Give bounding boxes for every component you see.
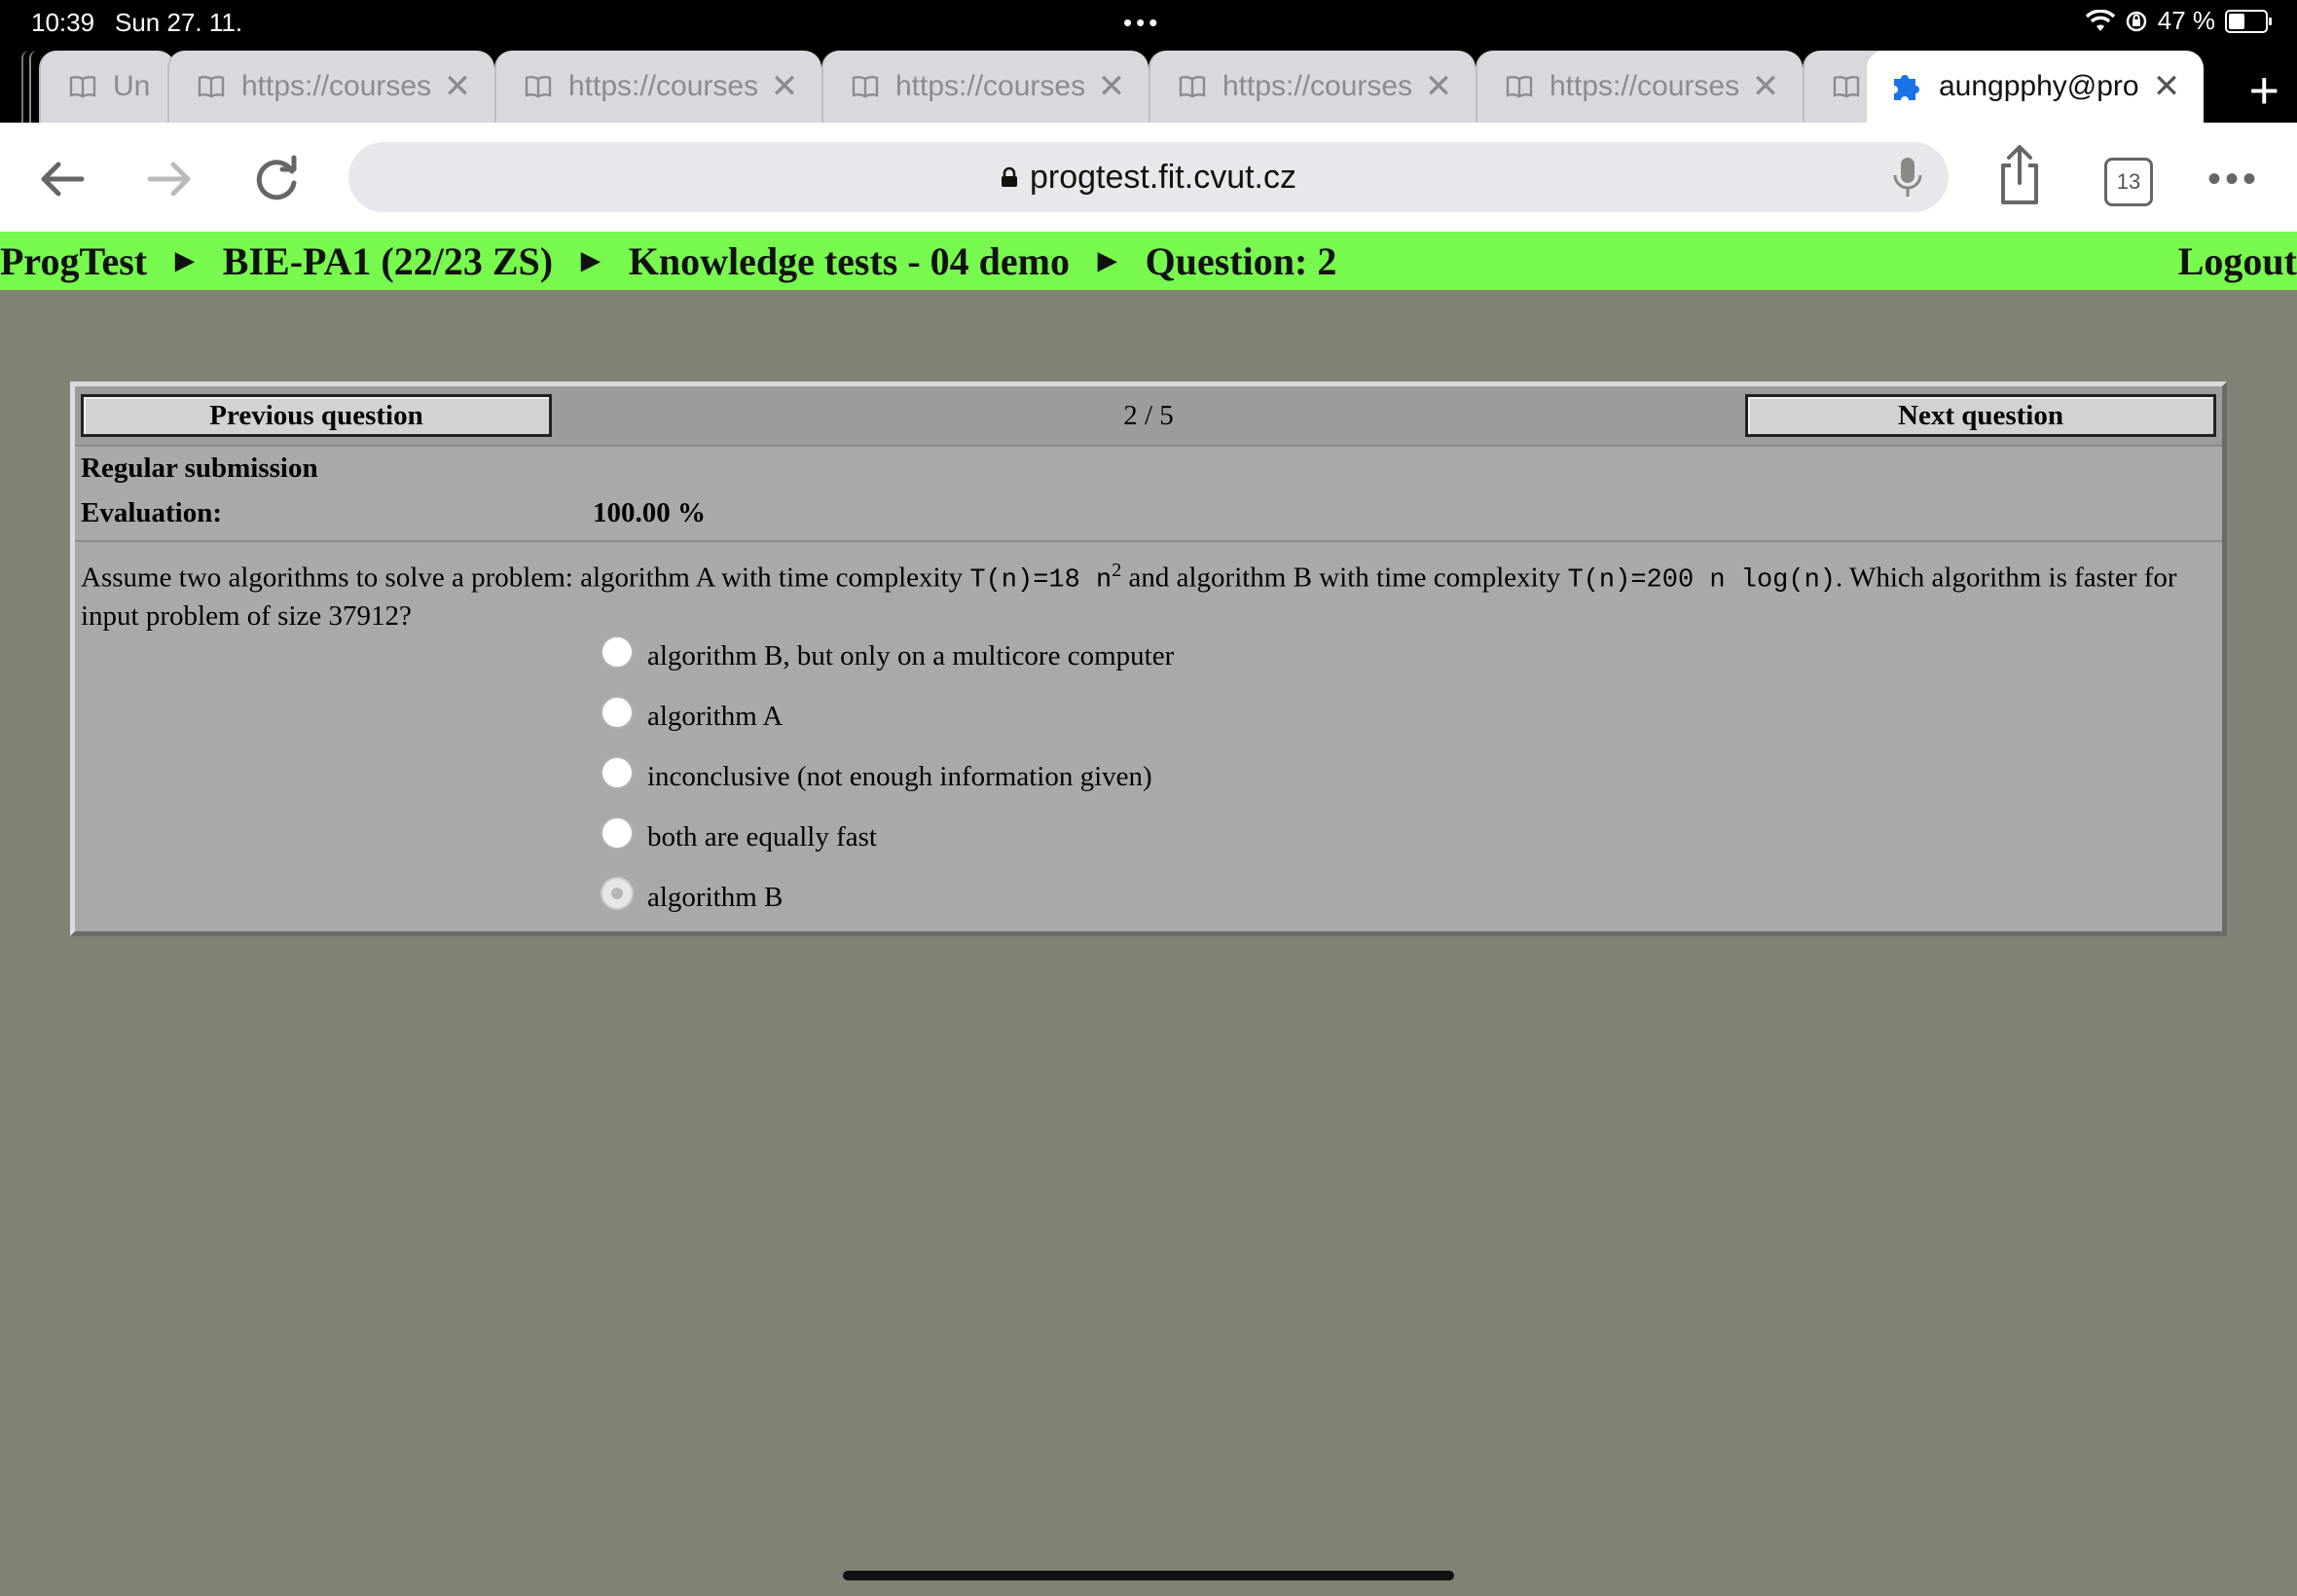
tab-title: https://courses <box>1550 70 1740 102</box>
book-icon <box>69 76 96 98</box>
share-icon[interactable] <box>1995 144 2044 206</box>
browser-tab[interactable]: https://courses ✕ <box>821 51 1148 123</box>
answer-label: algorithm A <box>647 700 784 732</box>
puzzle-icon <box>1894 75 1919 100</box>
formula-b: T(n)=200 n log(n) <box>1567 565 1836 596</box>
breadcrumb-separator-icon: ► <box>1091 242 1124 279</box>
close-tab-icon[interactable]: ✕ <box>1746 67 1785 106</box>
answer-option[interactable]: inconclusive (not enough information giv… <box>601 756 1152 793</box>
breadcrumb-test[interactable]: Knowledge tests - 04 demo <box>629 238 1070 284</box>
address-bar[interactable]: progtest.fit.cvut.cz <box>348 142 1949 212</box>
logout-link[interactable]: Logout <box>2178 238 2297 284</box>
breadcrumb-separator-icon: ► <box>574 242 607 279</box>
question-navigation: Previous question 2 / 5 Next question <box>75 386 2222 445</box>
book-icon <box>852 76 879 98</box>
answer-label: algorithm B, but only on a multicore com… <box>647 639 1175 671</box>
battery-percent: 47 % <box>2157 6 2215 35</box>
tab-count-button[interactable]: 13 <box>2104 158 2153 206</box>
breadcrumb-question: Question: 2 <box>1145 239 1337 283</box>
evaluation-label: Evaluation: <box>81 497 223 528</box>
answer-option[interactable]: algorithm A <box>601 696 784 733</box>
radio-button[interactable] <box>601 756 634 789</box>
submission-label: Regular submission <box>81 453 318 484</box>
question-text: Assume two algorithms to solve a problem… <box>81 560 2177 632</box>
status-date: Sun 27. 11. <box>115 8 243 37</box>
tab-strip: Un https://courses ✕ https://courses ✕ h… <box>0 47 2297 123</box>
url-text: progtest.fit.cvut.cz <box>1030 158 1296 196</box>
wifi-icon <box>2085 9 2115 31</box>
divider <box>75 540 2222 542</box>
breadcrumb-course[interactable]: BIE-PA1 (22/23 ZS) <box>223 238 553 284</box>
tab-title: Un <box>113 70 151 102</box>
breadcrumb: ProgTest ► BIE-PA1 (22/23 ZS) ► Knowledg… <box>0 232 2297 290</box>
breadcrumb-separator-icon: ► <box>168 242 201 279</box>
tab-title: https://courses <box>241 70 432 102</box>
radio-button[interactable] <box>601 696 634 729</box>
tab-title: https://courses <box>895 70 1086 102</box>
browser-tab[interactable]: https://courses ✕ <box>1476 51 1803 123</box>
book-icon <box>198 76 225 98</box>
browser-tab-active[interactable]: aungpphy@pro ✕ <box>1867 51 2204 123</box>
book-icon <box>525 76 552 98</box>
browser-toolbar: progtest.fit.cvut.cz 13 ••• <box>0 123 2297 232</box>
book-icon <box>1506 76 1533 98</box>
answer-option[interactable]: algorithm B <box>601 877 784 914</box>
home-indicator[interactable] <box>843 1571 1454 1580</box>
evaluation-value: 100.00 % <box>593 497 706 528</box>
divider <box>75 445 2222 447</box>
close-tab-icon[interactable]: ✕ <box>1419 67 1458 106</box>
tab-title: https://courses <box>568 70 759 102</box>
battery-icon <box>2225 9 2272 33</box>
status-indicators: 47 % <box>2085 6 2272 36</box>
multitasking-dots-icon[interactable]: ••• <box>1123 8 1161 38</box>
browser-tab[interactable]: https://courses ✕ <box>1148 51 1476 123</box>
answer-option[interactable]: both are equally fast <box>601 816 877 853</box>
back-icon[interactable] <box>33 150 91 208</box>
book-icon <box>1179 76 1206 98</box>
lock-icon <box>1002 166 1017 187</box>
next-question-button[interactable]: Next question <box>1745 394 2216 437</box>
browser-tab[interactable]: https://courses ✕ <box>167 51 494 123</box>
reload-icon[interactable] <box>247 150 306 208</box>
orientation-lock-icon <box>2126 11 2146 31</box>
radio-button[interactable] <box>601 816 634 850</box>
tab-title: https://courses <box>1222 70 1413 102</box>
status-time: 10:39 <box>31 8 95 37</box>
radio-button[interactable] <box>601 635 634 669</box>
answer-label: inconclusive (not enough information giv… <box>647 760 1152 792</box>
browser-tab[interactable]: https://courses ✕ <box>494 51 821 123</box>
close-tab-icon[interactable]: ✕ <box>2147 67 2186 106</box>
formula-a: T(n)=18 n <box>969 565 1112 596</box>
close-tab-icon[interactable]: ✕ <box>765 67 804 106</box>
microphone-icon[interactable] <box>1888 156 1927 199</box>
new-tab-icon[interactable]: + <box>2248 60 2279 121</box>
close-tab-icon[interactable]: ✕ <box>438 67 477 106</box>
more-menu-icon[interactable]: ••• <box>2207 158 2260 201</box>
question-panel: Previous question 2 / 5 Next question Re… <box>70 381 2227 936</box>
answer-label: algorithm B <box>647 881 784 913</box>
forward-icon[interactable] <box>140 150 199 208</box>
close-tab-icon[interactable]: ✕ <box>1092 67 1131 106</box>
answer-option[interactable]: algorithm B, but only on a multicore com… <box>601 635 1175 672</box>
breadcrumb-progtest[interactable]: ProgTest <box>0 238 147 284</box>
browser-tab[interactable]: Un <box>39 51 175 123</box>
status-bar: 10:39 Sun 27. 11. ••• 47 % <box>0 0 2297 47</box>
tab-title: aungpphy@pro <box>1939 70 2139 102</box>
formula-a-exponent: 2 <box>1112 560 1122 581</box>
radio-button[interactable] <box>601 877 634 910</box>
answer-label: both are equally fast <box>647 820 877 852</box>
book-icon <box>1833 76 1860 98</box>
